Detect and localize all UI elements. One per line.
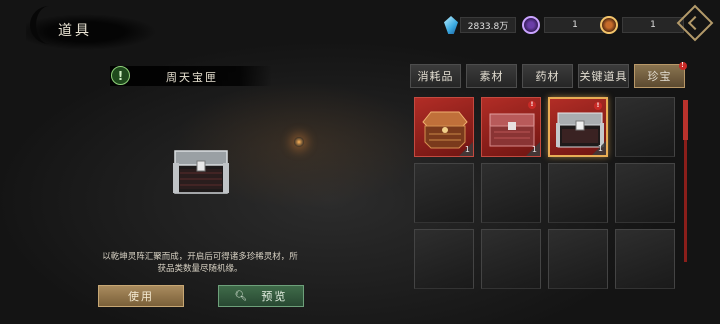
- inventory-slot-silver-chest[interactable]: ! 1: [548, 97, 608, 157]
- currency-crystal[interactable]: 2833.8万: [444, 15, 516, 35]
- tab-consumables-label: 消耗品: [417, 70, 454, 83]
- tab-herbs-label: 药材: [535, 70, 560, 83]
- alert-icon: !: [111, 66, 130, 85]
- notification-badge: !: [679, 62, 687, 70]
- inventory-slot-empty[interactable]: [414, 163, 474, 223]
- currency-purple-value: 1: [544, 17, 606, 33]
- item-name: 周天宝匣: [166, 71, 218, 84]
- tab-materials[interactable]: 素材: [466, 64, 517, 88]
- back-icon[interactable]: [676, 4, 714, 42]
- crystal-icon: [444, 16, 458, 34]
- tab-key-items-label: 关键道具: [579, 70, 628, 83]
- page-title: 道具: [58, 23, 92, 39]
- item-quantity: 1: [531, 145, 537, 154]
- inventory-slot-empty[interactable]: [615, 97, 675, 157]
- currency-gold-value: 1: [622, 17, 684, 33]
- category-tabs: 消耗品 素材 药材 关键道具 珍宝 !: [410, 62, 687, 88]
- inventory-slot-empty[interactable]: [615, 229, 675, 289]
- item-description: 以乾坤灵阵汇聚而成，开启后可得诸多珍稀灵材，所获品类数量尽随机缘。: [102, 252, 298, 274]
- inventory-slot-red-chest[interactable]: ! 1: [481, 97, 541, 157]
- inventory-slot-empty[interactable]: [481, 229, 541, 289]
- selected-item-chest-icon: [172, 149, 230, 195]
- tab-treasures-label: 珍宝: [647, 70, 672, 83]
- purple-orb-icon: [522, 16, 540, 34]
- gold-orb-icon: [600, 16, 618, 34]
- inventory-slot-empty[interactable]: [615, 163, 675, 223]
- notification-badge: !: [594, 102, 602, 110]
- inventory-slot-empty[interactable]: [548, 163, 608, 223]
- tab-treasures[interactable]: 珍宝 !: [634, 62, 687, 88]
- lantern-glow: [294, 137, 304, 147]
- preview-button-label: 预览: [261, 290, 288, 303]
- currency-crystal-value: 2833.8万: [460, 17, 516, 33]
- inventory-grid: 1 ! 1 ! 1: [414, 97, 676, 289]
- item-quantity: 1: [464, 145, 470, 154]
- currency-gold-orb[interactable]: 1: [600, 15, 684, 35]
- tab-key-items[interactable]: 关键道具: [578, 64, 629, 88]
- use-button[interactable]: 使用: [98, 285, 184, 307]
- inventory-slot-octagonal-chest[interactable]: 1: [414, 97, 474, 157]
- inventory-slot-empty[interactable]: [414, 229, 474, 289]
- search-icon: 🔍︎: [234, 290, 250, 302]
- preview-button[interactable]: 🔍︎ 预览: [218, 285, 304, 307]
- item-quantity: 1: [597, 144, 603, 153]
- inventory-slot-empty[interactable]: [548, 229, 608, 289]
- tab-materials-label: 素材: [479, 70, 504, 83]
- currency-purple-orb[interactable]: 1: [522, 15, 606, 35]
- notification-badge: !: [528, 101, 536, 109]
- inventory-slot-empty[interactable]: [481, 163, 541, 223]
- tab-herbs[interactable]: 药材: [522, 64, 573, 88]
- inventory-scrollbar-thumb[interactable]: [683, 100, 688, 140]
- tab-consumables[interactable]: 消耗品: [410, 64, 461, 88]
